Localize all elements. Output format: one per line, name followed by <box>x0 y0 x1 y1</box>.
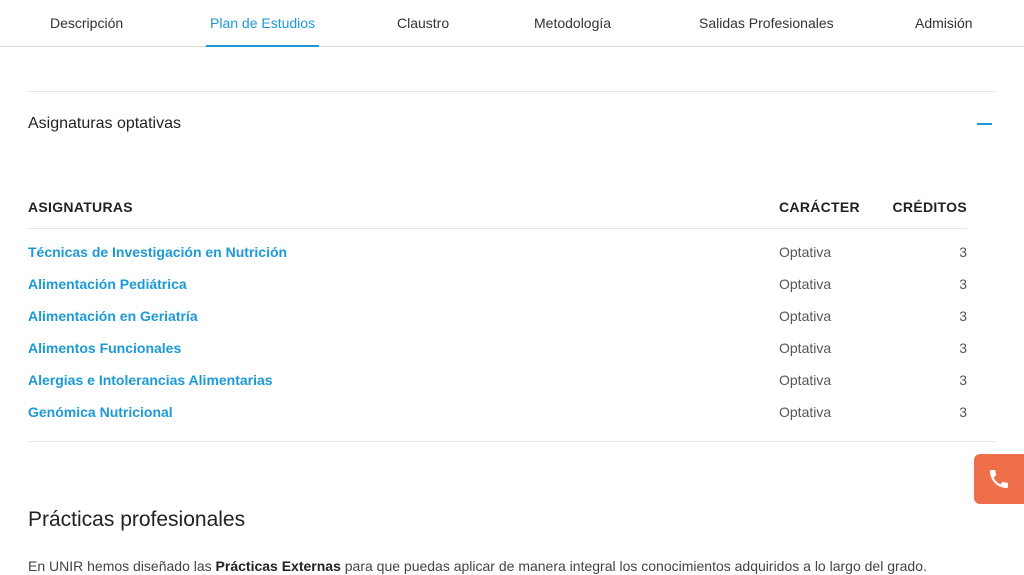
accordion-top-divider <box>28 91 995 92</box>
call-button[interactable] <box>974 454 1024 504</box>
subject-link[interactable]: Genómica Nutricional <box>28 404 173 420</box>
table-row: Alergias e Intolerancias Alimentarias Op… <box>0 372 1024 404</box>
subject-link[interactable]: Alimentos Funcionales <box>28 340 181 356</box>
practicas-description: En UNIR hemos diseñado las Prácticas Ext… <box>28 558 927 574</box>
subject-character: Optativa <box>779 308 832 324</box>
subject-link[interactable]: Alimentación en Geriatría <box>28 308 198 324</box>
tab-salidas-profesionales[interactable]: Salidas Profesionales <box>699 0 834 47</box>
section-tabs: Descripción Plan de Estudios Claustro Me… <box>0 0 1024 47</box>
subject-credits: 3 <box>959 404 967 420</box>
subject-credits: 3 <box>959 244 967 260</box>
tab-claustro[interactable]: Claustro <box>397 0 449 47</box>
subject-link[interactable]: Alergias e Intolerancias Alimentarias <box>28 372 273 388</box>
subject-credits: 3 <box>959 276 967 292</box>
subject-credits: 3 <box>959 372 967 388</box>
section-title-practicas: Prácticas profesionales <box>28 508 246 531</box>
tab-admision[interactable]: Admisión <box>915 0 973 47</box>
table-row: Alimentación en Geriatría Optativa 3 <box>0 308 1024 340</box>
tab-plan-de-estudios[interactable]: Plan de Estudios <box>205 0 320 47</box>
subject-credits: 3 <box>959 308 967 324</box>
table-row: Genómica Nutricional Optativa 3 <box>0 404 1024 436</box>
phone-icon <box>990 470 1008 488</box>
subject-character: Optativa <box>779 340 832 356</box>
table-row: Técnicas de Investigación en Nutrición O… <box>0 244 1024 276</box>
tab-descripcion[interactable]: Descripción <box>50 0 123 47</box>
subject-character: Optativa <box>779 372 832 388</box>
subject-link[interactable]: Técnicas de Investigación en Nutrición <box>28 244 287 260</box>
subject-credits: 3 <box>959 340 967 356</box>
subject-character: Optativa <box>779 404 832 420</box>
subject-character: Optativa <box>779 244 832 260</box>
column-header-credits: CRÉDITOS <box>892 199 967 215</box>
tab-metodologia[interactable]: Metodología <box>534 0 611 47</box>
accordion-bottom-divider <box>28 441 995 442</box>
subject-character: Optativa <box>779 276 832 292</box>
subject-link[interactable]: Alimentación Pediátrica <box>28 276 187 292</box>
table-header-divider <box>28 228 967 229</box>
table-row: Alimentos Funcionales Optativa 3 <box>0 340 1024 372</box>
accordion-title[interactable]: Asignaturas optativas <box>28 115 181 133</box>
column-header-character: CARÁCTER <box>779 199 860 215</box>
table-row: Alimentación Pediátrica Optativa 3 <box>0 276 1024 308</box>
minus-icon[interactable] <box>977 123 992 125</box>
column-header-subject: ASIGNATURAS <box>28 199 133 215</box>
